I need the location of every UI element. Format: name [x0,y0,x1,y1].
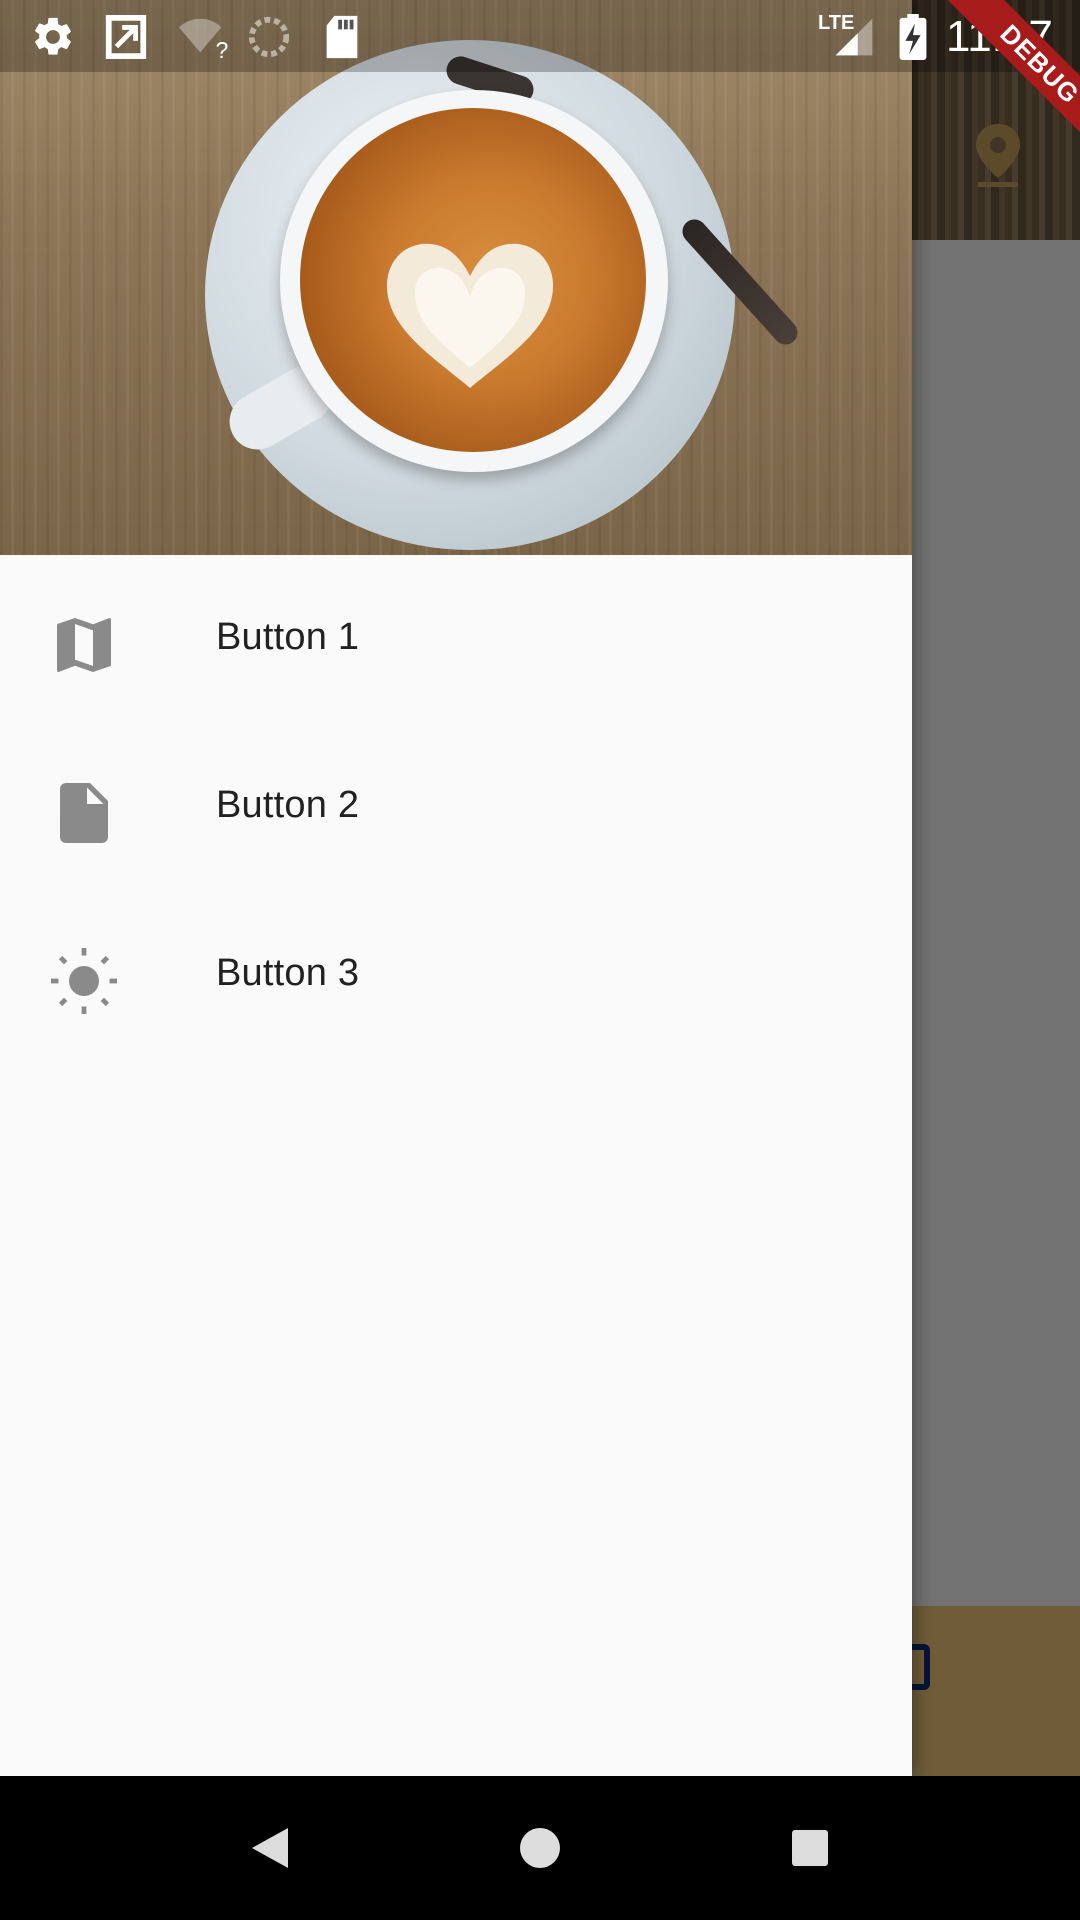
map-icon [57,618,111,672]
brightness-icon [51,948,117,1014]
drawer-header-image [0,0,912,555]
drawer-item-label: Button 3 [216,952,360,994]
back-icon[interactable] [248,1824,292,1872]
settings-icon [35,17,71,55]
status-bar: ? LTE 11:07 [0,0,1080,72]
recents-icon[interactable] [790,1824,830,1872]
wifi-unknown-icon: ? [179,18,229,60]
svg-text:?: ? [216,37,229,60]
latte-art-heart [386,243,554,388]
loading-icon [248,16,290,58]
sd-card-icon [326,15,358,59]
system-navigation-bar [0,1776,1080,1920]
signal-icon [835,18,873,56]
drawer-item-button-3[interactable]: Button 3 [0,891,912,1059]
screen-rotate-icon [105,14,147,60]
drawer-item-button-1[interactable]: Button 1 [0,555,912,723]
file-icon [60,783,108,843]
battery-charging-icon [899,14,927,60]
drawer-item-label: Button 2 [216,784,360,826]
drawer-item-label: Button 1 [216,616,360,658]
home-icon[interactable] [518,1824,562,1872]
drawer-menu-list: Button 1 Button 2 Button 3 [0,555,912,1059]
drawer-item-button-2[interactable]: Button 2 [0,723,912,891]
navigation-drawer: Button 1 Button 2 Button 3 [0,0,912,1776]
